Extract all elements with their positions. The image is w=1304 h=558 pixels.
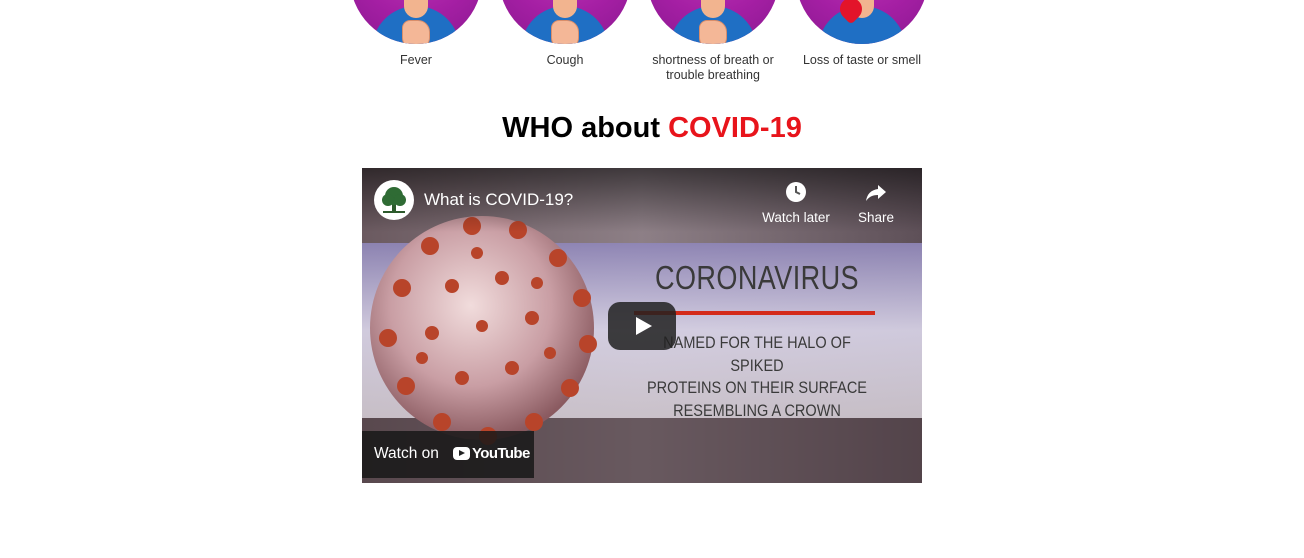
frame-subtitle-line: NAMED FOR THE HALO OF SPIKED <box>663 334 851 375</box>
play-button[interactable] <box>608 302 676 350</box>
share-arrow-icon <box>866 185 886 201</box>
frame-subtitle: NAMED FOR THE HALO OF SPIKED PROTEINS ON… <box>643 332 872 422</box>
watch-later-label: Watch later <box>762 210 830 225</box>
person-taste-smell-icon <box>796 0 928 44</box>
watch-on-youtube-button[interactable]: Watch on YouTube <box>362 431 534 478</box>
frame-subtitle-line: PROTEINS ON THEIR SURFACE <box>647 379 867 397</box>
person-cough-icon <box>499 0 631 44</box>
symptom-label: Loss of taste or smell <box>802 53 922 67</box>
watch-later-button[interactable]: Watch later <box>754 180 838 225</box>
frame-subtitle-line: RESEMBLING A CROWN <box>673 401 841 420</box>
heading-accent: COVID-19 <box>668 112 802 144</box>
watch-on-label: Watch on <box>374 445 439 462</box>
youtube-wordmark: YouTube <box>472 445 530 462</box>
symptom-label: shortness of breath or trouble breathing <box>652 53 774 82</box>
person-fever-icon <box>350 0 482 44</box>
share-button[interactable]: Share <box>846 180 906 225</box>
section-heading: WHO about COVID-19 <box>0 112 1304 145</box>
heading-prefix: WHO about <box>502 112 661 144</box>
video-title[interactable]: What is COVID-19? <box>424 190 573 210</box>
who-logo-icon[interactable] <box>374 180 414 220</box>
symptoms-row: Fever Cough shortness of breath or troub… <box>0 0 1304 90</box>
youtube-logo-icon <box>453 447 470 460</box>
share-label: Share <box>857 210 895 225</box>
symptom-label: Cough <box>546 53 584 67</box>
clock-icon <box>786 182 806 202</box>
play-icon <box>636 317 652 335</box>
symptom-label: Fever <box>400 53 432 67</box>
youtube-video-embed[interactable]: What is COVID-19? Watch later Share CORO… <box>362 168 922 483</box>
frame-title: CORONAVIRUS <box>655 259 859 296</box>
person-breathing-icon <box>647 0 779 44</box>
